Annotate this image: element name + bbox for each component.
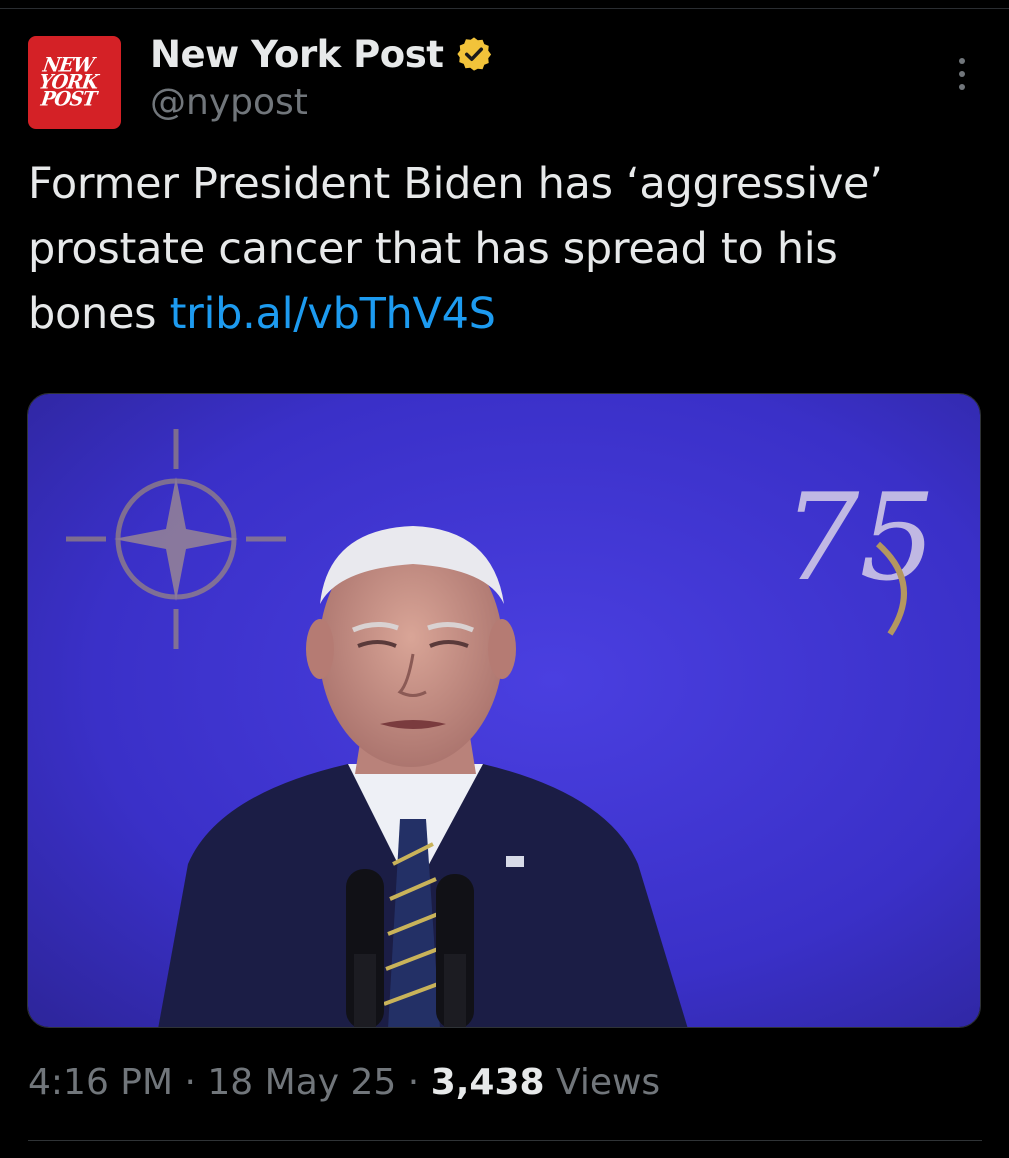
- avatar[interactable]: NEW YORK POST: [28, 36, 121, 129]
- handle[interactable]: @nypost: [150, 82, 493, 123]
- display-name[interactable]: New York Post: [150, 33, 444, 76]
- anniversary-75-text: 75: [783, 469, 936, 608]
- tweet-time[interactable]: 4:16 PM: [28, 1062, 173, 1103]
- tweet-meta: 4:16 PM · 18 May 25 · 3,438 Views: [28, 1062, 660, 1103]
- avatar-logo-line-3: POST: [39, 87, 98, 111]
- views-count[interactable]: 3,438: [431, 1062, 545, 1103]
- tweet-header: New York Post @nypost: [150, 28, 493, 123]
- views-label: Views: [544, 1062, 661, 1103]
- meta-separator: ·: [396, 1062, 431, 1103]
- verified-badge-icon[interactable]: [455, 35, 493, 73]
- tweet-date[interactable]: 18 May 25: [207, 1062, 396, 1103]
- tweet-text: Former President Biden has ‘aggressive’ …: [28, 152, 978, 347]
- tweet-link[interactable]: trib.al/vbThV4S: [170, 289, 496, 339]
- name-row: New York Post: [150, 28, 493, 80]
- meta-separator: ·: [173, 1062, 208, 1103]
- tweet-media-image[interactable]: 75: [27, 393, 981, 1028]
- bottom-divider: [28, 1140, 982, 1141]
- top-divider: [0, 0, 1009, 9]
- more-options-icon[interactable]: [944, 54, 980, 94]
